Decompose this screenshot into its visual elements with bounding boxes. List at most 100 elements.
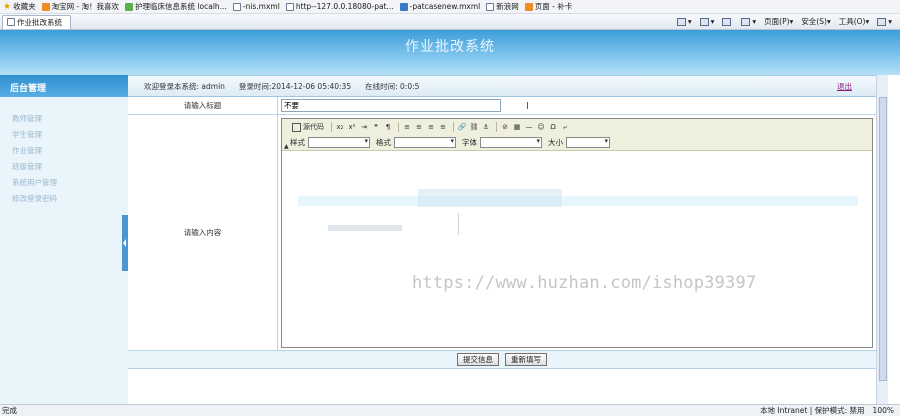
title-input[interactable] <box>281 99 501 112</box>
home-button[interactable]: ▾ <box>673 17 696 26</box>
reset-button[interactable]: 重新填写 <box>505 353 547 366</box>
editor-cell: 源代码 x₂ x² ⇥ ❝ ¶ ≡ ≡ ≡ ≡ 🔗 ⛓ ⚓ ⊘ ▦ — ☺ Ω … <box>278 115 876 350</box>
sidebar-heading: 后台管理 <box>0 75 128 97</box>
toolbar-separator <box>496 122 497 132</box>
favorite-link-patcase[interactable]: -patcasenew.mxml <box>397 2 484 11</box>
align-justify-icon[interactable]: ≡ <box>438 122 448 132</box>
star-icon: ★ <box>3 1 12 12</box>
sidebar-item-teachers[interactable]: 教师管理 <box>0 111 128 127</box>
main-content: 欢迎登录本系统: admin 登录时间:2014-12-06 05:40:35 … <box>128 75 888 404</box>
title-cell: I <box>278 97 876 114</box>
sidebar-item-system-users[interactable]: 系统用户管理 <box>0 175 128 191</box>
style-select[interactable] <box>308 136 370 148</box>
scrollbar-thumb[interactable] <box>879 97 887 381</box>
table-icon[interactable]: ▦ <box>512 122 522 132</box>
security-zone[interactable]: 本地 Intranet | 保护模式: 禁用 <box>760 405 864 416</box>
rss-icon <box>699 17 709 26</box>
page-icon <box>7 18 15 26</box>
app-header: 作业批改系统 <box>0 30 900 75</box>
favorite-link-taobao[interactable]: 淘宝网 - 淘！我喜欢 <box>39 1 122 12</box>
horizontal-rule-icon[interactable]: — <box>524 122 534 132</box>
login-time: 登录时间:2014-12-06 05:40:35 <box>238 81 352 91</box>
sidebar-item-students[interactable]: 学生管理 <box>0 127 128 143</box>
link-icon[interactable]: 🔗 <box>457 122 467 132</box>
zoom-level[interactable]: 100% <box>873 406 894 415</box>
toolbar-separator <box>331 122 332 132</box>
favorites-button[interactable]: ★ 收藏夹 <box>0 1 39 12</box>
ie-icon <box>399 2 408 11</box>
browser-tab[interactable]: 作业批改系统 <box>2 14 71 29</box>
toolbar-separator <box>453 122 454 132</box>
leaf-icon <box>125 2 134 11</box>
subscript-icon[interactable]: x₂ <box>335 122 345 132</box>
favorite-link-nis[interactable]: -nis.mxml <box>230 2 283 11</box>
faded-content-line <box>458 213 459 235</box>
submit-button[interactable]: 提交信息 <box>457 353 499 366</box>
printer-icon <box>741 17 751 26</box>
page-icon <box>524 2 533 11</box>
toolbar-separator <box>398 122 399 132</box>
size-label: 大小 <box>548 137 563 147</box>
mail-button[interactable] <box>718 17 737 26</box>
align-center-icon[interactable]: ≡ <box>414 122 424 132</box>
toolbar-collapse-icon[interactable]: ▲ <box>284 143 289 150</box>
superscript-icon[interactable]: x² <box>347 122 357 132</box>
unlink-icon[interactable]: ⛓ <box>469 122 479 132</box>
tools-menu[interactable]: 工具(O) ▾ <box>835 16 874 27</box>
faded-content-band <box>328 225 402 231</box>
page-icon <box>486 2 495 11</box>
online-time: 在线时间: 0:0:5 <box>365 81 420 91</box>
text-cursor-icon: I <box>526 101 529 112</box>
info-bar: 欢迎登录本系统: admin 登录时间:2014-12-06 05:40:35 … <box>128 75 888 97</box>
logout-link[interactable]: 退出 <box>837 81 852 92</box>
command-bar: 作业批改系统 ▾ ▾ ▾ 页面(P) ▾ 安全(S) ▾ 工具(O) ▾ ▾ <box>0 14 900 30</box>
title-row: 请输入标题 I <box>128 97 876 115</box>
homework-form: 请输入标题 I 请输入内容 源代码 x₂ x² ⇥ ❝ <box>128 97 876 369</box>
blockquote-icon[interactable]: ❝ <box>371 122 381 132</box>
safety-menu[interactable]: 安全(S) ▾ <box>797 16 834 27</box>
editor-toolbar: 源代码 x₂ x² ⇥ ❝ ¶ ≡ ≡ ≡ ≡ 🔗 ⛓ ⚓ ⊘ ▦ — ☺ Ω … <box>282 119 872 151</box>
help-button[interactable]: ▾ <box>873 17 896 26</box>
page-icon <box>232 2 241 11</box>
special-char-icon[interactable]: Ω <box>548 122 558 132</box>
status-bar: 完成 本地 Intranet | 保护模式: 禁用 100% <box>0 404 900 416</box>
sidebar-item-classes[interactable]: 班级管理 <box>0 159 128 175</box>
favorite-link-nursing[interactable]: 护理临床信息系统 localh... <box>122 1 230 12</box>
toolbar-row-2: 样式 格式 字体 大小 <box>290 136 616 148</box>
page-scrollbar[interactable] <box>876 75 888 404</box>
taobao-icon <box>41 2 50 11</box>
toolbar-row-1: 源代码 x₂ x² ⇥ ❝ ¶ ≡ ≡ ≡ ≡ 🔗 ⛓ ⚓ ⊘ ▦ — ☺ Ω … <box>290 121 572 133</box>
indent-icon[interactable]: ⇥ <box>359 122 369 132</box>
anchor-icon[interactable]: ⚓ <box>481 122 491 132</box>
favorites-bar: ★ 收藏夹 淘宝网 - 淘！我喜欢 护理临床信息系统 localh... -ni… <box>0 0 900 14</box>
align-right-icon[interactable]: ≡ <box>426 122 436 132</box>
flash-icon[interactable]: ⊘ <box>500 122 510 132</box>
align-left-icon[interactable]: ≡ <box>402 122 412 132</box>
welcome-text: 欢迎登录本系统: admin <box>144 81 225 91</box>
favorite-link-page[interactable]: 页面 - 补卡 <box>522 1 575 12</box>
div-icon[interactable]: ¶ <box>383 122 393 132</box>
faded-content-band <box>418 189 562 207</box>
font-label: 字体 <box>462 137 477 147</box>
page-break-icon[interactable]: ⤶ <box>560 122 570 132</box>
app-title: 作业批改系统 <box>405 39 495 55</box>
editor-body[interactable]: https://www.huzhan.com/ishop39397 <box>282 151 872 349</box>
size-select[interactable] <box>566 136 610 148</box>
help-icon <box>877 17 887 26</box>
sidebar-item-change-password[interactable]: 修改登录密码 <box>0 191 128 207</box>
print-button[interactable]: ▾ <box>737 17 760 26</box>
sidebar: 后台管理 教师管理 学生管理 作业管理 班级管理 系统用户管理 修改登录密码 <box>0 75 128 404</box>
sidebar-item-homework[interactable]: 作业管理 <box>0 143 128 159</box>
mail-icon <box>722 17 732 26</box>
feeds-button[interactable]: ▾ <box>696 17 719 26</box>
rich-text-editor: 源代码 x₂ x² ⇥ ❝ ¶ ≡ ≡ ≡ ≡ 🔗 ⛓ ⚓ ⊘ ▦ — ☺ Ω … <box>281 118 873 348</box>
favorite-link-sina[interactable]: 新浪网 <box>483 1 522 12</box>
source-button[interactable]: 源代码 <box>290 122 326 132</box>
smiley-icon[interactable]: ☺ <box>536 122 546 132</box>
status-right: 本地 Intranet | 保护模式: 禁用 100% <box>752 405 900 416</box>
style-label: 样式 <box>290 137 305 147</box>
format-select[interactable] <box>394 136 456 148</box>
favorite-link-localhost[interactable]: http--127.0.0.18080-pat... <box>283 2 397 11</box>
page-menu[interactable]: 页面(P) ▾ <box>760 16 797 27</box>
font-select[interactable] <box>480 136 542 148</box>
